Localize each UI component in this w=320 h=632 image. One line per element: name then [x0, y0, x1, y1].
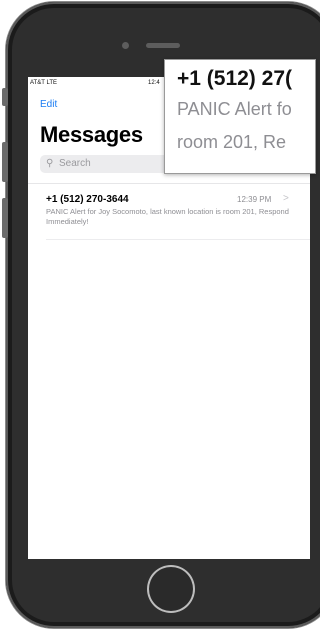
home-button[interactable]: [147, 565, 195, 613]
zoom-callout: +1 (512) 27( PANIC Alert fo room 201, Re: [164, 59, 316, 174]
volume-up-button: [2, 142, 8, 182]
zoom-preview-line-1: PANIC Alert fo: [177, 99, 292, 119]
front-camera-icon: [122, 42, 129, 49]
zoom-sender: +1 (512) 27(: [177, 67, 292, 90]
search-icon: ⚲: [46, 158, 54, 169]
earpiece-speaker: [146, 43, 180, 48]
carrier-label: AT&T LTE: [30, 80, 58, 86]
search-placeholder: Search: [59, 158, 91, 169]
row-divider: [46, 239, 310, 240]
edit-button[interactable]: Edit: [40, 99, 57, 110]
message-sender: +1 (512) 270-3644: [46, 194, 129, 205]
volume-down-button: [2, 198, 8, 238]
list-divider: [28, 183, 310, 184]
message-list-item[interactable]: +1 (512) 270-3644 12:39 PM > PANIC Alert…: [28, 189, 310, 239]
message-preview: PANIC Alert for Joy Socomoto, last known…: [46, 207, 289, 226]
zoom-preview-line-2: room 201, Re: [177, 132, 287, 152]
status-time: 12:4: [148, 80, 160, 86]
mute-switch: [2, 88, 8, 106]
chevron-right-icon: >: [283, 193, 289, 204]
page-title: Messages: [40, 122, 143, 147]
message-time: 12:39 PM: [237, 195, 272, 204]
